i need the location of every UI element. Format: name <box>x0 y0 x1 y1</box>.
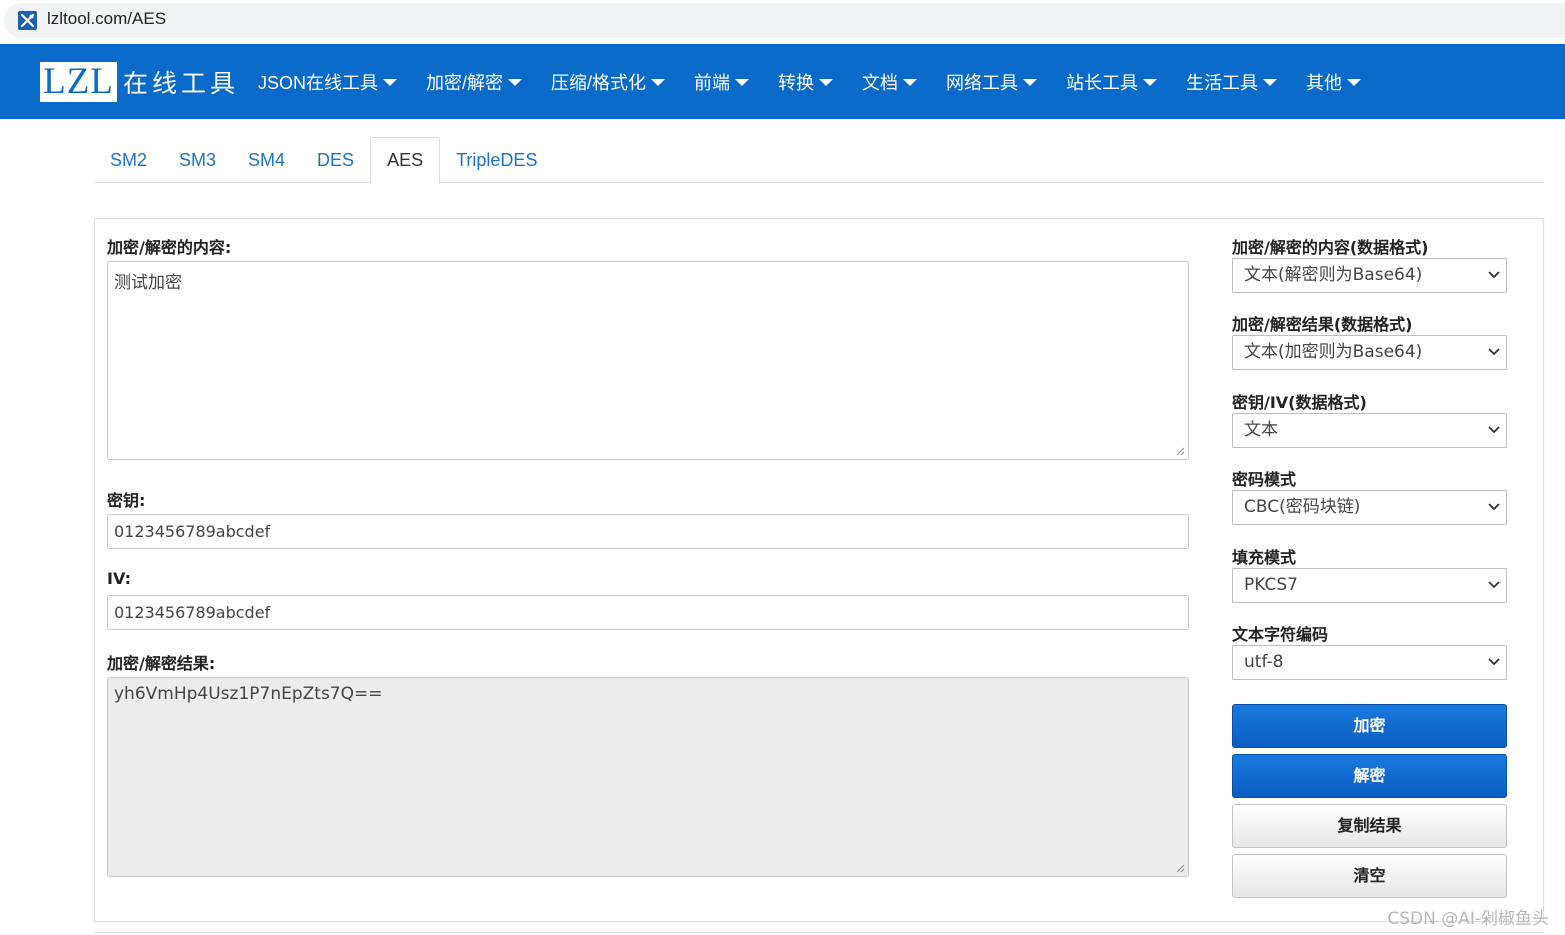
watermark: CSDN @AI-剁椒鱼头 <box>1387 909 1549 929</box>
url-text: lzltool.com/AES <box>47 9 167 28</box>
nav-item-docs[interactable]: 文档 <box>862 69 918 95</box>
chevron-down-icon <box>1488 581 1500 589</box>
caret-down-icon <box>903 79 918 86</box>
content-format-select[interactable]: 文本(解密则为Base64) <box>1232 258 1507 293</box>
site-logo[interactable]: LZL 在线工具 <box>40 62 239 102</box>
tab-sm2[interactable]: SM2 <box>94 137 163 183</box>
nav-item-label: 网络工具 <box>946 72 1019 93</box>
content-text: 测试加密 <box>114 273 182 293</box>
copy-result-button[interactable]: 复制结果 <box>1232 804 1507 848</box>
top-navbar: LZL 在线工具 JSON在线工具 加密/解密 压缩/格式化 前端 转换 文档 … <box>0 44 1565 119</box>
resize-grip-icon[interactable] <box>1175 446 1185 456</box>
mode-label: 密码模式 <box>1232 470 1297 489</box>
aes-panel: 加密/解密的内容: 测试加密 密钥: 0123456789abcdef IV: … <box>94 218 1544 922</box>
key-format-select[interactable]: 文本 <box>1232 413 1507 448</box>
chevron-down-icon <box>1488 503 1500 511</box>
logo-text: 在线工具 <box>123 69 240 98</box>
clear-button[interactable]: 清空 <box>1232 854 1507 898</box>
nav-item-webmaster[interactable]: 站长工具 <box>1066 69 1158 95</box>
result-textarea[interactable]: yh6VmHp4Usz1P7nEpZts7Q== <box>107 677 1189 877</box>
result-format-label: 加密/解密结果(数据格式) <box>1232 315 1413 334</box>
resize-grip-icon[interactable] <box>1175 863 1185 873</box>
nav-item-frontend[interactable]: 前端 <box>694 69 750 95</box>
nav-menu: JSON在线工具 加密/解密 压缩/格式化 前端 转换 文档 网络工具 站长工具… <box>258 44 1390 119</box>
caret-down-icon <box>651 79 666 86</box>
chevron-down-icon <box>1488 271 1500 279</box>
content-textarea[interactable]: 测试加密 <box>107 261 1189 460</box>
logo-box: LZL <box>40 62 117 102</box>
nav-item-label: 转换 <box>778 72 815 93</box>
charset-select[interactable]: utf-8 <box>1232 645 1507 680</box>
encrypt-button[interactable]: 加密 <box>1232 704 1507 748</box>
chevron-down-icon <box>1488 348 1500 356</box>
nav-item-compress[interactable]: 压缩/格式化 <box>551 69 666 95</box>
select-value: 文本 <box>1244 420 1278 440</box>
tab-des[interactable]: DES <box>301 137 370 183</box>
divider <box>94 932 1544 933</box>
iv-input[interactable]: 0123456789abcdef <box>107 595 1189 630</box>
caret-down-icon <box>508 79 523 86</box>
nav-item-label: 文档 <box>862 72 899 93</box>
caret-down-icon <box>819 79 834 86</box>
nav-item-convert[interactable]: 转换 <box>778 69 834 95</box>
select-value: PKCS7 <box>1244 575 1298 595</box>
select-value: 文本(加密则为Base64) <box>1244 342 1423 362</box>
result-format-select[interactable]: 文本(加密则为Base64) <box>1232 335 1507 370</box>
caret-down-icon <box>383 79 398 86</box>
select-value: CBC(密码块链) <box>1244 497 1361 517</box>
key-input[interactable]: 0123456789abcdef <box>107 514 1189 549</box>
content-format-label: 加密/解密的内容(数据格式) <box>1232 238 1429 257</box>
nav-item-label: 压缩/格式化 <box>551 72 647 93</box>
decrypt-button[interactable]: 解密 <box>1232 754 1507 798</box>
tab-tripledes[interactable]: TripleDES <box>440 137 553 183</box>
charset-label: 文本字符编码 <box>1232 625 1329 644</box>
caret-down-icon <box>1143 79 1158 86</box>
select-value: 文本(解密则为Base64) <box>1244 265 1423 285</box>
nav-item-crypto[interactable]: 加密/解密 <box>426 69 523 95</box>
address-bar[interactable]: lzltool.com/AES <box>4 3 1565 38</box>
key-format-label: 密钥/IV(数据格式) <box>1232 393 1367 412</box>
nav-item-label: 前端 <box>694 72 731 93</box>
nav-item-label: 生活工具 <box>1186 72 1259 93</box>
nav-item-label: 其他 <box>1306 72 1343 93</box>
tools-icon <box>18 11 37 30</box>
nav-item-network[interactable]: 网络工具 <box>946 69 1038 95</box>
result-label: 加密/解密结果: <box>107 654 216 673</box>
tab-sm4[interactable]: SM4 <box>232 137 301 183</box>
nav-item-label: 站长工具 <box>1066 72 1139 93</box>
padding-select[interactable]: PKCS7 <box>1232 568 1507 603</box>
key-label: 密钥: <box>107 491 146 510</box>
nav-item-label: 加密/解密 <box>426 72 504 93</box>
iv-label: IV: <box>107 569 132 588</box>
caret-down-icon <box>1347 79 1362 86</box>
select-value: utf-8 <box>1244 652 1284 672</box>
tab-sm3[interactable]: SM3 <box>163 137 232 183</box>
result-text: yh6VmHp4Usz1P7nEpZts7Q== <box>114 684 383 704</box>
nav-item-json[interactable]: JSON在线工具 <box>258 69 398 95</box>
caret-down-icon <box>1023 79 1038 86</box>
caret-down-icon <box>735 79 750 86</box>
padding-label: 填充模式 <box>1232 548 1297 567</box>
chevron-down-icon <box>1488 658 1500 666</box>
content-label: 加密/解密的内容: <box>107 238 232 257</box>
nav-item-life[interactable]: 生活工具 <box>1186 69 1278 95</box>
chevron-down-icon <box>1488 426 1500 434</box>
algorithm-tabs: SM2 SM3 SM4 DES AES TripleDES <box>94 137 1544 184</box>
nav-item-other[interactable]: 其他 <box>1306 69 1362 95</box>
tab-aes[interactable]: AES <box>370 137 441 184</box>
caret-down-icon <box>1263 79 1278 86</box>
mode-select[interactable]: CBC(密码块链) <box>1232 490 1507 525</box>
nav-item-label: JSON在线工具 <box>258 72 379 93</box>
